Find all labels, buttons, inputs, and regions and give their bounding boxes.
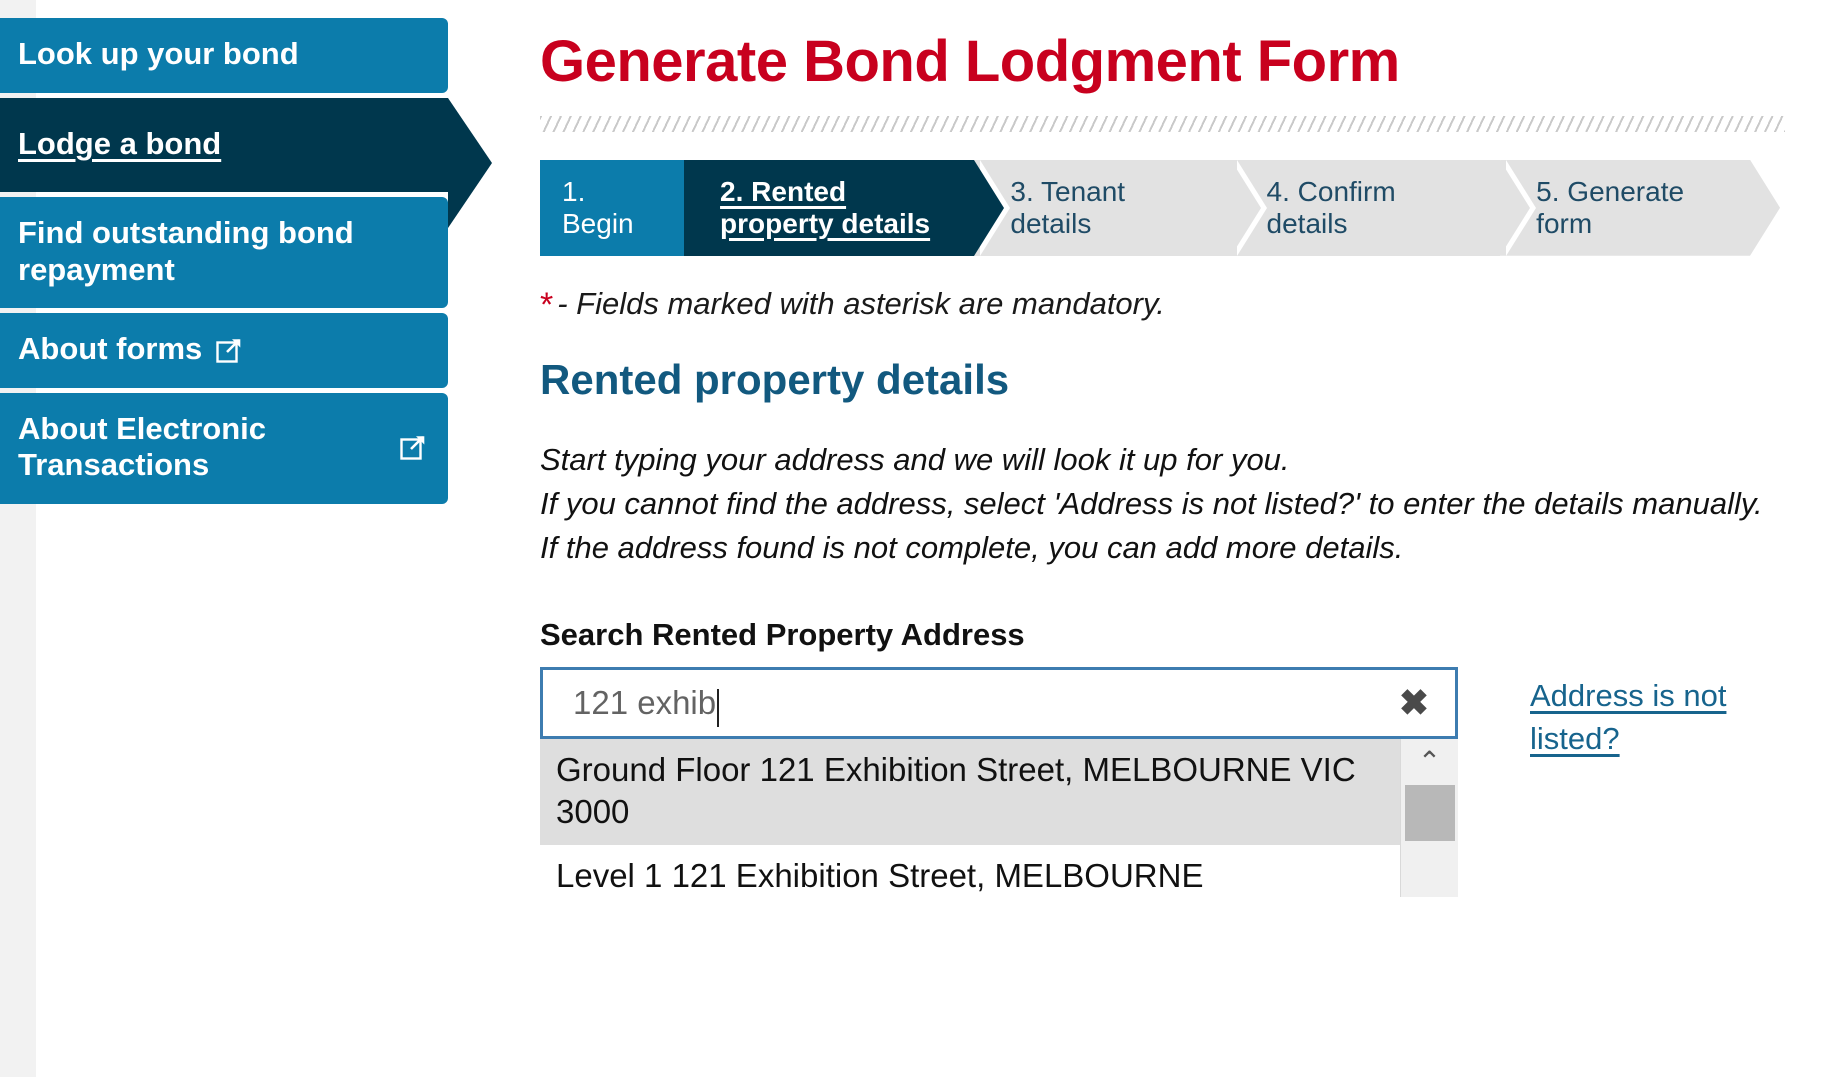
scrollbar-thumb[interactable] [1405, 784, 1455, 841]
suggestion-item[interactable]: Ground Floor 121 Exhibition Street, MELB… [540, 738, 1400, 846]
sidebar-item-label: Lodge a bond [18, 125, 222, 161]
suggestion-item[interactable]: Level 1 121 Exhibition Street, MELBOURNE [540, 845, 1400, 897]
section-heading: Rented property details [540, 355, 1010, 403]
scroll-up-arrow-icon[interactable]: ⌃ [1401, 739, 1458, 785]
page-root: Look up your bond Lodge a bond Find outs… [0, 0, 1840, 1077]
main-content: Generate Bond Lodgment Form 1. Begin 2. … [540, 0, 1840, 898]
step-label: 3. Tenant details [1010, 175, 1126, 239]
sidebar-item-label: Look up your bond [18, 36, 299, 71]
intro-line: If the address found is not complete, yo… [540, 530, 1404, 566]
sidebar-item-label: About Electronic Transactions [18, 410, 267, 483]
intro-instructions: Start typing your address and we will lo… [540, 438, 1840, 571]
sidebar-nav: Look up your bond Lodge a bond Find outs… [0, 18, 492, 509]
step-2-rented-property-details[interactable]: 2. Rented property details [684, 159, 1011, 256]
step-4-confirm-details[interactable]: 4. Confirm details [1230, 159, 1536, 256]
address-suggestion-dropdown: Ground Floor 121 Exhibition Street, MELB… [540, 738, 1458, 898]
clear-input-icon[interactable]: ✖ [1399, 684, 1429, 721]
search-row: 121 exhib ✖ Ground Floor 121 Exhibition … [540, 666, 1840, 898]
search-field-label: Search Rented Property Address [540, 616, 1025, 652]
search-input-value: 121 exhib [573, 683, 717, 721]
sidebar-item-lodge-a-bond[interactable]: Lodge a bond [0, 97, 492, 228]
step-label: 1. Begin [562, 175, 634, 239]
step-label: 2. Rented property details [720, 175, 931, 239]
sidebar-item-find-outstanding-bond-repayment[interactable]: Find outstanding bond repayment [0, 197, 448, 309]
intro-line: Start typing your address and we will lo… [540, 441, 1290, 477]
address-not-listed-link[interactable]: Address is not listed? [1530, 667, 1760, 761]
sidebar-item-about-electronic-transactions[interactable]: About Electronic Transactions [0, 392, 448, 505]
text-cursor [717, 688, 720, 727]
external-link-icon [400, 434, 426, 461]
intro-line: If you cannot find the address, select '… [540, 486, 1763, 522]
step-label: 5. Generate form [1536, 175, 1685, 239]
sidebar-item-look-up-your-bond[interactable]: Look up your bond [0, 18, 448, 93]
suggestion-scrollbar[interactable]: ⌃ [1400, 738, 1458, 898]
asterisk-icon: * [540, 285, 554, 324]
page-title: Generate Bond Lodgment Form [540, 29, 1400, 94]
step-3-tenant-details[interactable]: 3. Tenant details [974, 159, 1267, 256]
step-breadcrumb: 1. Begin 2. Rented property details 3. T… [540, 159, 1780, 256]
external-link-icon [216, 337, 242, 363]
hatch-divider [540, 115, 1785, 132]
sidebar-item-about-forms[interactable]: About forms [0, 313, 448, 388]
mandatory-fields-text: - Fields marked with asterisk are mandat… [557, 285, 1165, 321]
address-autocomplete: 121 exhib ✖ Ground Floor 121 Exhibition … [540, 666, 1458, 898]
step-label: 4. Confirm details [1266, 175, 1396, 239]
sidebar-item-label: About forms [18, 331, 203, 367]
step-5-generate-form[interactable]: 5. Generate form [1500, 160, 1780, 256]
mandatory-fields-note: * - Fields marked with asterisk are mand… [540, 286, 1840, 322]
step-1-begin[interactable]: 1. Begin [540, 159, 721, 256]
search-address-input[interactable]: 121 exhib ✖ [540, 666, 1458, 739]
suggestion-list: Ground Floor 121 Exhibition Street, MELB… [540, 738, 1400, 898]
sidebar-item-label: Find outstanding bond repayment [18, 215, 354, 287]
